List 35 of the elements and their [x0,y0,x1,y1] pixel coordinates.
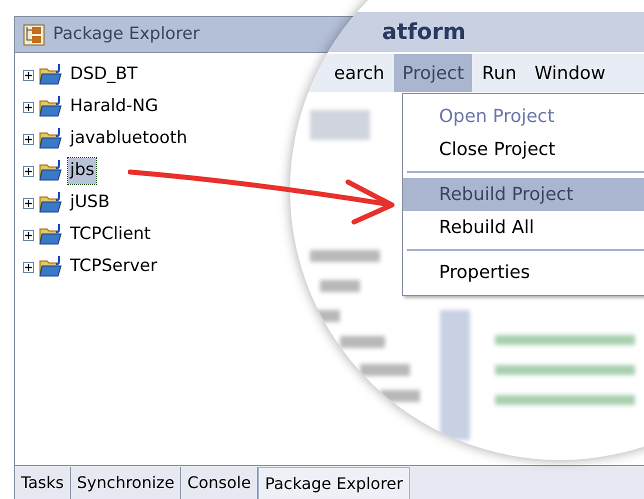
java-project-folder-icon [38,63,64,87]
expand-toggle[interactable] [23,70,34,80]
menu-bar-item[interactable]: earch [326,54,392,92]
panel-title: Package Explorer [53,22,200,46]
project-label[interactable]: jbs [68,158,96,184]
view-tab[interactable]: Synchronize [70,467,182,499]
project-label[interactable]: jUSB [68,190,112,216]
java-project-folder-icon [38,127,64,151]
expand-toggle[interactable] [23,102,34,112]
project-label[interactable]: TCPServer [68,254,160,280]
project-label[interactable]: DSD_BT [68,62,140,88]
expand-toggle[interactable] [23,166,34,176]
java-project-folder-icon [38,159,64,183]
menu-bar-item[interactable]: Run [474,54,525,92]
project-label[interactable]: javabluetooth [68,126,190,152]
view-tab[interactable]: Package Explorer [258,467,410,499]
expand-toggle[interactable] [23,230,34,240]
expand-toggle[interactable] [23,262,34,272]
menu-item[interactable]: Rebuild Project [403,178,644,211]
menu-item[interactable]: Rebuild All [403,211,644,244]
menu-bar-item[interactable]: Project [394,54,472,92]
project-label[interactable]: Harald-NG [68,94,160,120]
package-explorer-icon [23,24,45,46]
java-project-folder-icon [38,191,64,215]
java-project-folder-icon [38,255,64,279]
java-project-folder-icon [38,95,64,119]
view-tab[interactable]: Tasks [15,467,71,499]
expand-toggle[interactable] [23,198,34,208]
expand-toggle[interactable] [23,134,34,144]
project-label[interactable]: TCPClient [68,222,153,248]
menu-item[interactable]: Close Project [403,133,644,166]
window-title: atform [382,18,466,46]
menu-item[interactable]: Properties [403,256,644,289]
java-project-folder-icon [38,223,64,247]
menu-bar-item[interactable]: Window [526,54,614,92]
